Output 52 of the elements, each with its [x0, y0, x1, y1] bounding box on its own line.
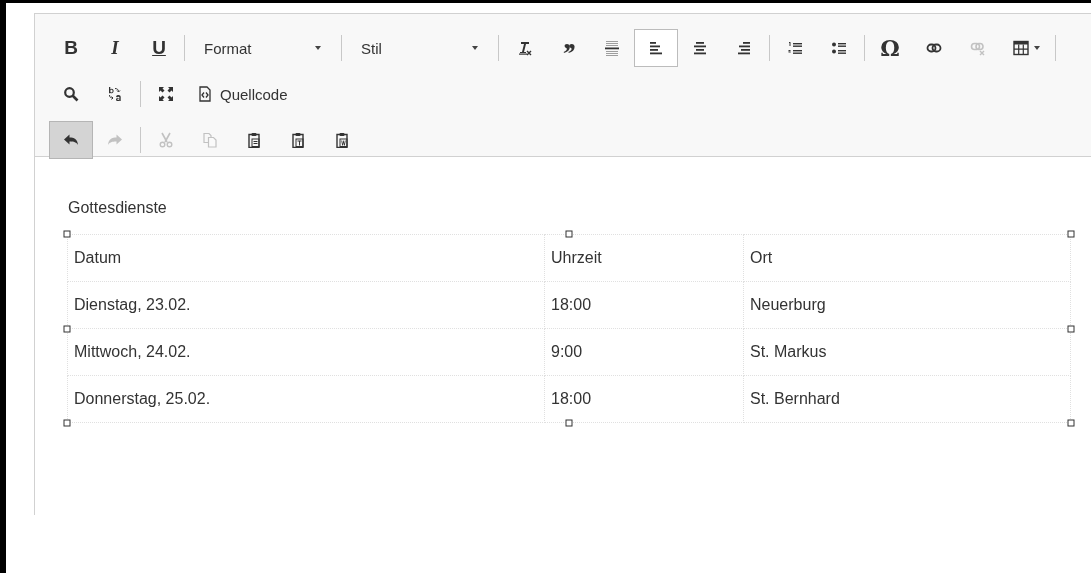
horizontal-rule-icon: [604, 40, 620, 56]
caret-icon: [315, 46, 321, 50]
copy-icon: [202, 132, 218, 148]
caret-icon: [1033, 46, 1040, 50]
heading-text: Gottesdienste: [68, 199, 167, 217]
source-code-button[interactable]: Quellcode: [188, 75, 297, 113]
table-cell: St. Bernhard: [743, 375, 1071, 423]
paste-icon: [246, 132, 262, 148]
table-cell: Uhrzeit: [544, 234, 744, 282]
table-cell: Datum: [67, 234, 545, 282]
dropdown[interactable]: Stil: [345, 29, 495, 67]
redo-icon: [107, 132, 123, 148]
bold-button[interactable]: B: [49, 29, 93, 67]
clear-format-icon: [516, 40, 532, 56]
caret-icon: [472, 46, 478, 50]
table-cell: 18:00: [544, 281, 744, 329]
resize-handle[interactable]: [1067, 325, 1075, 332]
resize-handle[interactable]: [565, 419, 573, 427]
paste-text-icon: [290, 132, 306, 148]
undo-button[interactable]: [49, 121, 93, 159]
table-cell: Mittwoch, 24.02.: [67, 328, 545, 376]
search-icon: [63, 86, 79, 102]
align-left-icon: [648, 40, 664, 56]
table-cell: Neuerburg: [743, 281, 1071, 329]
bullet-list-icon: [831, 40, 847, 56]
source-icon: [197, 86, 213, 102]
dropdown[interactable]: Format: [188, 29, 338, 67]
replace-icon: [107, 86, 123, 102]
align-right-icon: [736, 40, 752, 56]
table-cell: Ort: [743, 234, 1071, 282]
italic-button[interactable]: I: [93, 29, 137, 67]
table-cell: Dienstag, 23.02.: [67, 281, 545, 329]
resize-handle[interactable]: [63, 230, 71, 238]
quote-button[interactable]: ’’: [546, 29, 590, 67]
table-icon: [1012, 40, 1029, 56]
special-char-button[interactable]: Ω: [868, 29, 912, 67]
resize-handle[interactable]: [63, 419, 71, 427]
scissors-icon: [158, 132, 174, 148]
underline-button[interactable]: U: [137, 29, 181, 67]
table-cell: 9:00: [544, 328, 744, 376]
maximize-icon: [158, 86, 174, 102]
resize-handle[interactable]: [1067, 419, 1075, 427]
paste-word-icon: [334, 132, 350, 148]
resize-handle[interactable]: [565, 230, 573, 238]
unlink-icon: [970, 40, 986, 56]
resize-handle[interactable]: [1067, 230, 1075, 238]
align-center-icon: [692, 40, 708, 56]
undo-icon: [63, 132, 79, 148]
align-left-button[interactable]: [634, 29, 678, 67]
numbered-list-icon: [787, 40, 803, 56]
resize-handle[interactable]: [63, 325, 71, 332]
table-cell: Donnerstag, 25.02.: [67, 375, 545, 423]
